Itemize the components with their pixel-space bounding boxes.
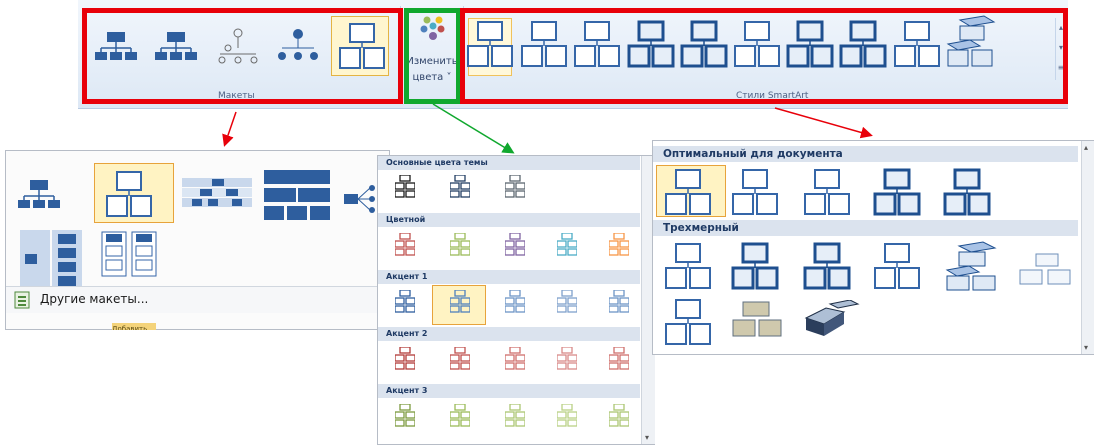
colors-section-header: Акцент 3 [378,384,640,398]
colors-section-header: Основные цвета темы [378,156,640,170]
colors-section-header: Цветной [378,213,640,227]
layout-org-chart-icon[interactable] [18,178,62,212]
layout-table-hierarchy-icon[interactable] [264,170,330,224]
style-flat-scene-icon[interactable] [664,298,720,346]
style-metallic-scene-icon[interactable] [800,300,860,342]
color-swatch-icon[interactable] [557,233,577,257]
style-powder-icon[interactable] [873,242,929,290]
layout-horizontal-org-icon[interactable] [344,182,378,216]
style-cartoon-icon[interactable] [803,242,859,290]
color-swatch-icon[interactable] [505,175,525,199]
colors-section-header: Акцент 2 [378,327,640,341]
style-sunset-scene-icon[interactable] [1016,252,1076,288]
style-brick-scene-icon[interactable] [943,240,1003,292]
color-swatch-icon[interactable] [505,404,525,428]
color-swatch-icon[interactable] [609,290,629,314]
color-swatch-icon[interactable] [505,290,525,314]
add-shape-button-fragment[interactable]: Добавить [112,323,156,330]
color-swatch-icon[interactable] [557,347,577,371]
style-subtle-icon[interactable] [803,168,859,216]
layout-hierarchy-list-icon[interactable] [100,230,162,278]
style-inset-icon[interactable] [731,242,787,290]
color-swatch-icon[interactable] [505,347,525,371]
style-white-outline-icon[interactable] [731,168,787,216]
more-layouts-row[interactable]: Другие макеты... [6,286,388,313]
color-swatch-icon[interactable] [557,290,577,314]
more-layouts-link[interactable]: Другие макеты... [40,292,148,306]
style-polished-icon[interactable] [664,242,720,290]
color-swatch-icon[interactable] [450,290,470,314]
color-swatch-icon[interactable] [505,233,525,257]
colors-section-header: Акцент 1 [378,270,640,284]
color-swatch-icon[interactable] [450,347,470,371]
layout-labeled-hierarchy-icon[interactable] [182,178,252,208]
more-layouts-icon [14,291,30,309]
styles-section-header: Трехмерный [653,220,1078,236]
styles-section-header: Оптимальный для документа [653,146,1078,162]
color-swatch-icon[interactable] [395,175,415,199]
style-intense-icon[interactable] [943,168,999,216]
layout-horizontal-hierarchy-icon[interactable] [105,170,153,218]
layout-vertical-list-hierarchy-icon[interactable] [20,230,82,292]
style-moderate-icon[interactable] [873,168,929,216]
color-swatch-icon[interactable] [609,233,629,257]
color-swatch-icon[interactable] [395,404,415,428]
color-swatch-icon[interactable] [395,290,415,314]
color-swatch-icon[interactable] [557,404,577,428]
color-swatch-icon[interactable] [609,404,629,428]
style-bird-eye-scene-icon[interactable] [731,298,787,342]
styles-panel-scrollbar[interactable]: ▴ ▾ [1081,141,1094,354]
color-swatch-icon[interactable] [395,347,415,371]
color-swatch-icon[interactable] [609,347,629,371]
color-swatch-icon[interactable] [450,175,470,199]
color-swatch-icon[interactable] [395,233,415,257]
color-swatch-icon[interactable] [450,404,470,428]
style-simple-icon[interactable] [664,168,720,216]
color-swatch-icon[interactable] [450,233,470,257]
